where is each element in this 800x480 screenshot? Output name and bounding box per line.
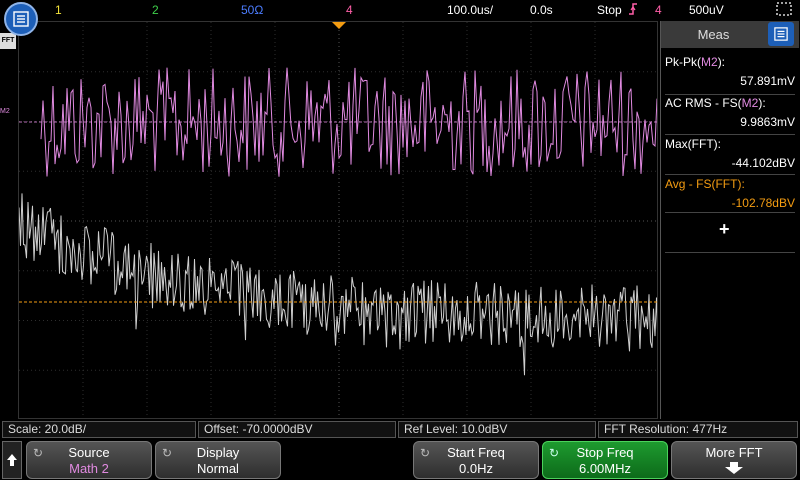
meas-pkpk-source: M2	[701, 55, 718, 69]
meas-avg-fft[interactable]: Avg - FS(FFT): -102.78dBV	[665, 177, 795, 210]
entry-knob-icon: ↻	[33, 446, 44, 460]
start-freq-softkey[interactable]: ↻ Start Freq 0.0Hz	[413, 441, 539, 479]
status-bar: 1 2 50Ω 4 100.0us/ 0.0s Stop 4 500uV	[0, 0, 800, 20]
trigger-source[interactable]: 4	[655, 3, 662, 17]
entry-knob-icon: ↻	[420, 446, 431, 460]
measurement-panel: Meas Pk-Pk(M2): 57.891mV AC RMS - FS(M2)…	[660, 21, 799, 419]
meas-pkpk-value: 57.891mV	[740, 74, 795, 88]
meas-max-fft-value: -44.102dBV	[731, 156, 795, 170]
trigger-level[interactable]: 500uV	[689, 3, 724, 17]
stop-freq-softkey[interactable]: ↻ Stop Freq 6.00MHz	[542, 441, 668, 479]
softkey-bar: ↻ Source Math 2 ↻ Display Normal ↻ Start…	[0, 440, 800, 480]
down-arrow-icon	[725, 462, 743, 474]
display-softkey-title: Display	[196, 445, 240, 460]
delay-readout[interactable]: 0.0s	[530, 3, 553, 17]
back-up-button[interactable]	[2, 441, 22, 479]
math2-channel-label: M2	[0, 108, 10, 115]
up-arrow-icon	[7, 454, 17, 466]
source-softkey-value: Math 2	[69, 461, 109, 476]
meas-avg-fft-value: -102.78dBV	[731, 196, 795, 210]
meas-max-fft-label: Max(FFT):	[665, 137, 721, 151]
fft-scale-readout: Scale: 20.0dB/	[2, 421, 196, 438]
fft-spectrum-trace	[19, 193, 657, 376]
more-fft-softkey[interactable]: More FFT	[671, 441, 797, 479]
source-softkey[interactable]: ↻ Source Math 2	[26, 441, 152, 479]
channel-1-indicator[interactable]: 1	[55, 3, 62, 17]
meas-divider	[665, 134, 795, 135]
start-freq-title: Start Freq	[447, 445, 505, 460]
entry-knob-icon: ↻	[549, 446, 560, 460]
start-freq-value: 0.0Hz	[459, 461, 493, 476]
fft-channel-label: FFT	[0, 33, 16, 49]
meas-title[interactable]: Meas	[661, 21, 766, 48]
run-state[interactable]: Stop	[597, 3, 622, 17]
menu-icon	[13, 11, 29, 27]
stop-freq-title: Stop Freq	[576, 445, 634, 460]
grid-lines	[19, 22, 657, 418]
stop-freq-value: 6.00MHz	[578, 461, 632, 476]
meas-divider	[665, 94, 795, 95]
meas-divider	[665, 252, 795, 253]
display-softkey[interactable]: ↻ Display Normal	[155, 441, 281, 479]
fft-ref-level-readout: Ref Level: 10.0dBV	[398, 421, 596, 438]
fft-resolution-readout: FFT Resolution: 477Hz	[598, 421, 798, 438]
meas-pkpk[interactable]: Pk-Pk(M2): 57.891mV	[665, 55, 795, 88]
channel-2-indicator[interactable]: 2	[152, 3, 159, 17]
waveform-graticule	[19, 22, 657, 418]
display-softkey-value: Normal	[197, 461, 239, 476]
meas-acrms-label: AC RMS - FS	[665, 96, 738, 110]
more-fft-title: More FFT	[705, 445, 763, 460]
main-menu-button[interactable]	[4, 2, 38, 36]
meas-acrms-value: 9.9863mV	[740, 115, 795, 129]
meas-max-fft[interactable]: Max(FFT): -44.102dBV	[665, 137, 795, 170]
channel-4-indicator[interactable]: 4	[346, 3, 353, 17]
entry-knob-icon: ↻	[162, 446, 173, 460]
meas-header: Meas	[661, 21, 799, 48]
meas-menu-icon[interactable]	[768, 22, 794, 46]
meas-acrms[interactable]: AC RMS - FS(M2): 9.9863mV	[665, 96, 795, 129]
trigger-position-marker	[332, 22, 346, 29]
meas-divider	[665, 212, 795, 213]
add-measurement-button[interactable]: +	[719, 219, 730, 240]
meas-acrms-source: M2	[741, 96, 759, 110]
timebase-readout[interactable]: 100.0us/	[447, 3, 493, 17]
fft-offset-readout: Offset: -70.0000dBV	[198, 421, 396, 438]
fft-info-bar: Scale: 20.0dB/ Offset: -70.0000dBV Ref L…	[0, 421, 800, 439]
channel-3-indicator[interactable]: 50Ω	[241, 3, 263, 17]
meas-avg-fft-label: Avg - FS(FFT):	[665, 177, 745, 191]
expand-icon[interactable]	[775, 1, 793, 17]
meas-divider	[665, 174, 795, 175]
source-softkey-title: Source	[68, 445, 110, 460]
meas-pkpk-label: Pk-Pk	[665, 55, 698, 69]
trigger-edge-icon	[629, 3, 637, 15]
waveform-display[interactable]	[18, 21, 658, 419]
